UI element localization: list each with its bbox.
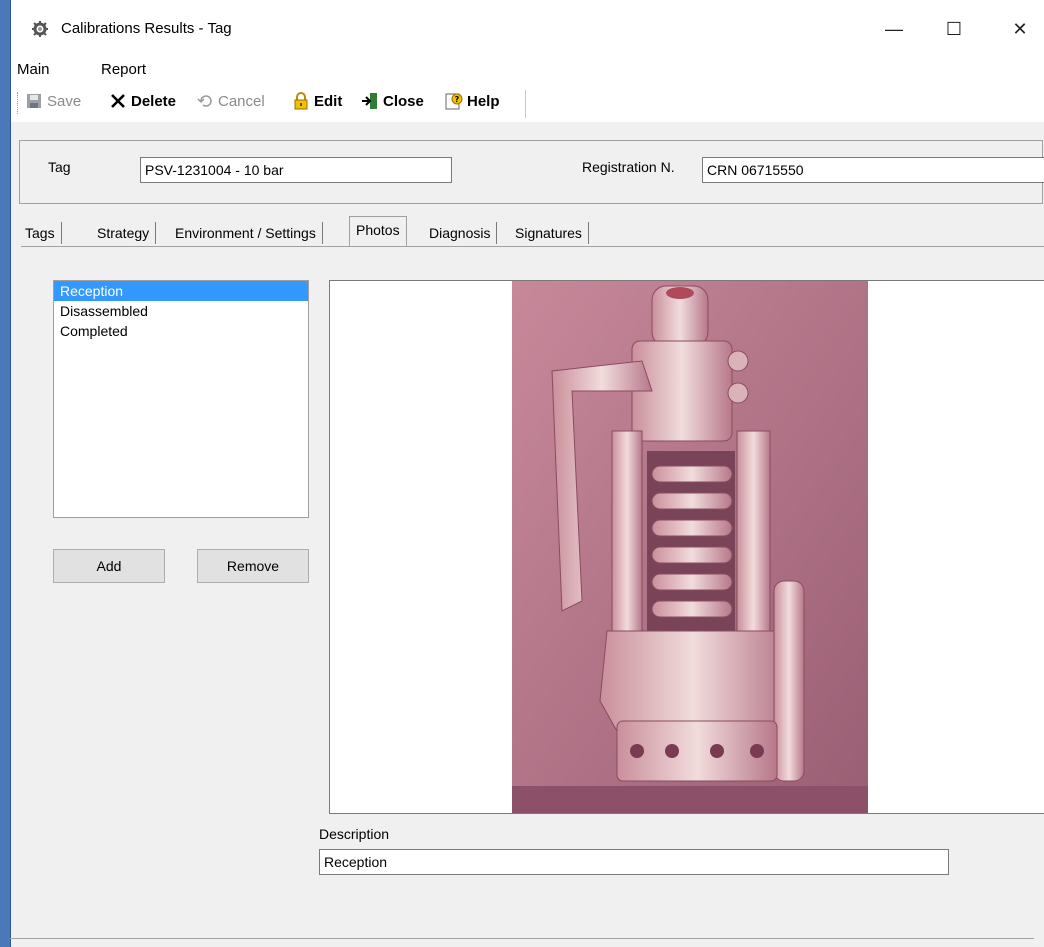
delete-button[interactable]: Delete xyxy=(109,92,176,110)
safety-valve-photo xyxy=(512,281,868,813)
description-field[interactable]: Reception xyxy=(319,849,949,875)
padlock-icon xyxy=(292,92,310,110)
add-photo-button[interactable]: Add xyxy=(53,549,165,583)
toolbar-grip[interactable] xyxy=(17,92,21,114)
cancel-label: Cancel xyxy=(218,92,265,110)
window-title: Calibrations Results - Tag xyxy=(61,20,232,37)
minimize-icon: — xyxy=(885,18,903,39)
title-bar[interactable]: Calibrations Results - Tag — ☐ ✕ xyxy=(11,0,1044,58)
toolbar: Save Delete Cancel Edit Close ? Help xyxy=(11,82,1044,122)
cancel-button[interactable]: Cancel xyxy=(196,92,265,110)
svg-text:?: ? xyxy=(455,95,460,104)
menu-report[interactable]: Report xyxy=(101,61,146,78)
close-button[interactable]: Close xyxy=(361,92,424,110)
exit-door-icon xyxy=(361,92,379,110)
tag-header-panel: Tag PSV-1231004 - 10 bar Registration N.… xyxy=(19,140,1044,204)
edit-label: Edit xyxy=(314,92,343,110)
photo-preview-frame xyxy=(329,280,1044,814)
floppy-disk-icon xyxy=(25,92,43,110)
x-delete-icon xyxy=(109,92,127,110)
edit-button[interactable]: Edit xyxy=(292,92,342,110)
save-label: Save xyxy=(47,92,82,110)
toolbar-separator xyxy=(525,90,526,118)
calibrations-window: Calibrations Results - Tag — ☐ ✕ Main Re… xyxy=(10,0,1044,947)
tab-strip: Tags Strategy Environment / Settings Pho… xyxy=(19,216,1044,246)
tab-photos[interactable]: Photos xyxy=(349,216,407,246)
maximize-icon: ☐ xyxy=(945,18,963,39)
menu-main[interactable]: Main xyxy=(17,61,50,78)
tab-environment-settings[interactable]: Environment / Settings xyxy=(169,222,323,244)
tab-tags[interactable]: Tags xyxy=(19,222,62,244)
desktop-edge xyxy=(0,0,10,947)
menu-bar: Main Report xyxy=(11,58,1044,82)
tag-label: Tag xyxy=(48,159,71,175)
undo-icon xyxy=(196,92,214,110)
tag-field[interactable]: PSV-1231004 - 10 bar xyxy=(140,157,452,183)
help-question-icon: ? xyxy=(445,92,463,110)
minimize-button[interactable]: — xyxy=(871,12,917,46)
registration-field[interactable]: CRN 06715550 xyxy=(702,157,1044,183)
panel-bottom-border xyxy=(10,938,1034,939)
registration-label: Registration N. xyxy=(582,159,675,175)
app-gear-icon xyxy=(31,20,49,38)
description-label: Description xyxy=(319,826,390,842)
list-item-reception[interactable]: Reception xyxy=(54,281,308,301)
save-button[interactable]: Save xyxy=(25,92,81,110)
remove-photo-button[interactable]: Remove xyxy=(197,549,309,583)
close-icon: ✕ xyxy=(1012,18,1028,39)
close-window-button[interactable]: ✕ xyxy=(997,12,1043,46)
tab-signatures[interactable]: Signatures xyxy=(509,222,589,244)
help-button[interactable]: ? Help xyxy=(445,92,500,110)
photo-list[interactable]: Reception Disassembled Completed xyxy=(53,280,309,518)
list-item-completed[interactable]: Completed xyxy=(54,321,308,341)
close-label: Close xyxy=(383,92,424,110)
list-item-disassembled[interactable]: Disassembled xyxy=(54,301,308,321)
tab-diagnosis[interactable]: Diagnosis xyxy=(423,222,498,244)
tab-strategy[interactable]: Strategy xyxy=(91,222,157,244)
maximize-button[interactable]: ☐ xyxy=(931,12,977,46)
help-label: Help xyxy=(467,92,500,110)
delete-label: Delete xyxy=(131,92,177,110)
